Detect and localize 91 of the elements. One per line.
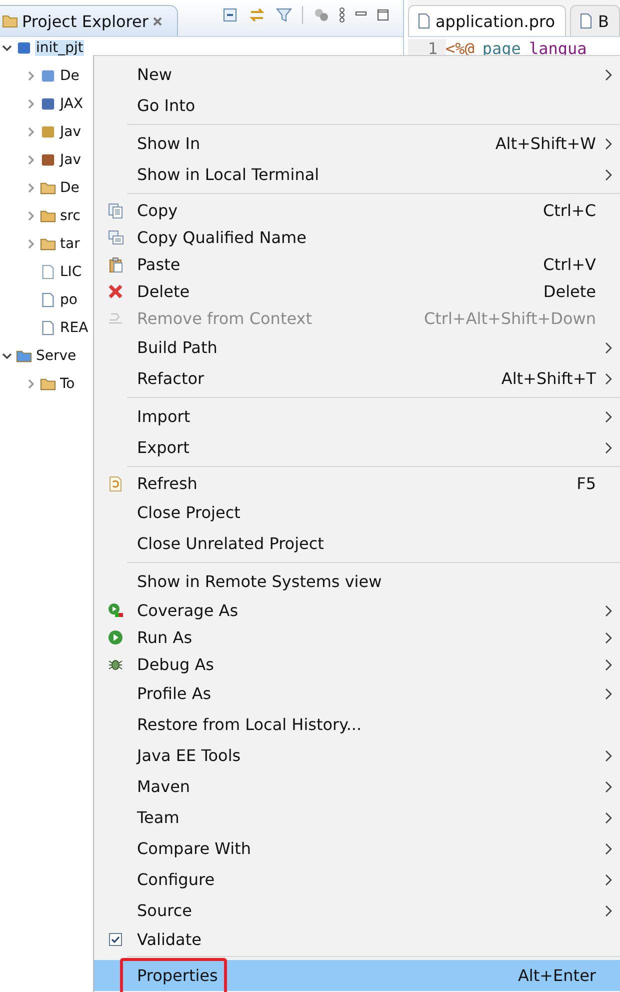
menu-item[interactable]: Export — [94, 432, 620, 463]
tree-item[interactable]: src — [59, 208, 82, 224]
menu-item[interactable]: Go Into — [94, 90, 620, 121]
tree-item[interactable]: JAX — [59, 96, 84, 112]
file-icon — [579, 13, 594, 29]
file-icon — [40, 264, 56, 280]
menu-item[interactable]: New — [94, 59, 620, 90]
project-item-icon — [16, 40, 32, 56]
collapsed-chevron-icon[interactable] — [26, 211, 36, 221]
folder-icon — [40, 236, 56, 252]
menu-item[interactable]: Restore from Local History... — [94, 709, 620, 740]
menu-item[interactable]: Validate — [94, 926, 620, 953]
folder-icon — [40, 180, 56, 196]
project-item-icon — [40, 152, 56, 168]
maximize-icon[interactable] — [376, 9, 388, 21]
collapsed-chevron-icon[interactable] — [26, 127, 36, 137]
tree-item[interactable]: Serve — [35, 348, 78, 364]
menu-item[interactable]: Build Path — [94, 332, 620, 363]
menu-item[interactable]: Copy Qualified Name — [94, 224, 620, 251]
expanded-chevron-icon[interactable] — [2, 43, 12, 53]
link-arrows-icon[interactable] — [248, 7, 266, 23]
menu-item[interactable]: Profile As — [94, 678, 620, 709]
copy-icon — [108, 202, 124, 218]
tree-item[interactable]: REA — [59, 320, 90, 336]
menu-item[interactable]: Close Project — [94, 497, 620, 528]
refresh-icon — [108, 476, 123, 492]
collapse-all-icon[interactable] — [222, 7, 238, 23]
bug-icon — [108, 657, 123, 672]
more-icon[interactable] — [338, 7, 344, 23]
coverage-icon — [108, 602, 124, 618]
view-tab[interactable]: Project Explorer — [0, 5, 178, 36]
collapsed-chevron-icon[interactable] — [26, 183, 36, 193]
menu-item[interactable]: Show In Alt+Shift+W — [94, 128, 620, 159]
tree-item[interactable]: To — [59, 376, 76, 392]
menu-item[interactable]: Maven — [94, 771, 620, 802]
menu-item[interactable]: Compare With — [94, 833, 620, 864]
tab-label: B — [598, 12, 609, 30]
menu-item[interactable]: Refactor Alt+Shift+T — [94, 363, 620, 394]
editor-tab[interactable]: B — [570, 5, 620, 36]
menu-item[interactable]: Delete Delete — [94, 278, 620, 305]
folder-icon — [40, 208, 56, 224]
menu-item[interactable]: Show in Local Terminal — [94, 159, 620, 190]
clipboard-icon — [108, 256, 124, 272]
collapsed-chevron-icon[interactable] — [26, 239, 36, 249]
menu-item[interactable]: Import — [94, 401, 620, 432]
collapsed-chevron-icon[interactable] — [26, 155, 36, 165]
menu-item[interactable]: Paste Ctrl+V — [94, 251, 620, 278]
collapsed-chevron-icon[interactable] — [26, 379, 36, 389]
copy-icon — [108, 230, 124, 246]
menu-item[interactable]: Configure — [94, 864, 620, 895]
expanded-chevron-icon[interactable] — [2, 351, 12, 361]
tree-item[interactable]: po — [59, 292, 78, 308]
menu-item[interactable]: Source — [94, 895, 620, 926]
folder-icon — [40, 376, 56, 392]
tab-label: application.pro — [436, 12, 556, 30]
menu-item[interactable]: Copy Ctrl+C — [94, 197, 620, 224]
checkbox-icon[interactable] — [109, 933, 122, 946]
remove-icon — [108, 312, 123, 325]
editor-tab[interactable]: application.pro — [408, 5, 566, 36]
menu-item[interactable]: Coverage As — [94, 597, 620, 624]
file-icon — [40, 292, 56, 308]
tree-item[interactable]: De — [59, 180, 80, 196]
file-icon — [40, 320, 56, 336]
run-icon — [108, 630, 123, 645]
file-icon — [416, 13, 430, 29]
collapsed-chevron-icon[interactable] — [26, 71, 36, 81]
close-icon[interactable] — [152, 16, 164, 26]
view-title: Project Explorer — [22, 12, 148, 30]
tree-item[interactable]: De — [59, 68, 80, 84]
project-item-icon — [40, 68, 56, 84]
delete-icon — [108, 284, 123, 299]
folder-icon — [16, 348, 32, 364]
filter-icon[interactable] — [276, 7, 292, 23]
project-item-icon — [40, 96, 56, 112]
menu-item[interactable]: Properties Alt+Enter — [94, 960, 620, 991]
tree-item[interactable]: tar — [59, 236, 81, 252]
tree-item[interactable]: LIC — [59, 264, 83, 280]
project-item-icon — [40, 124, 56, 140]
bubbles-icon[interactable] — [312, 7, 328, 23]
menu-item[interactable]: Run As — [94, 624, 620, 651]
tree-item[interactable]: init_pjt — [35, 40, 84, 56]
menu-item[interactable]: Java EE Tools — [94, 740, 620, 771]
menu-item[interactable]: Debug As — [94, 651, 620, 678]
tree-item[interactable]: Jav — [59, 124, 82, 140]
menu-item[interactable]: Refresh F5 — [94, 470, 620, 497]
collapsed-chevron-icon[interactable] — [26, 99, 36, 109]
tree-item[interactable]: Jav — [59, 152, 82, 168]
menu-item[interactable]: Show in Remote Systems view — [94, 566, 620, 597]
folder-icon — [2, 14, 18, 28]
menu-item[interactable]: Close Unrelated Project — [94, 528, 620, 559]
menu-item[interactable]: Team — [94, 802, 620, 833]
